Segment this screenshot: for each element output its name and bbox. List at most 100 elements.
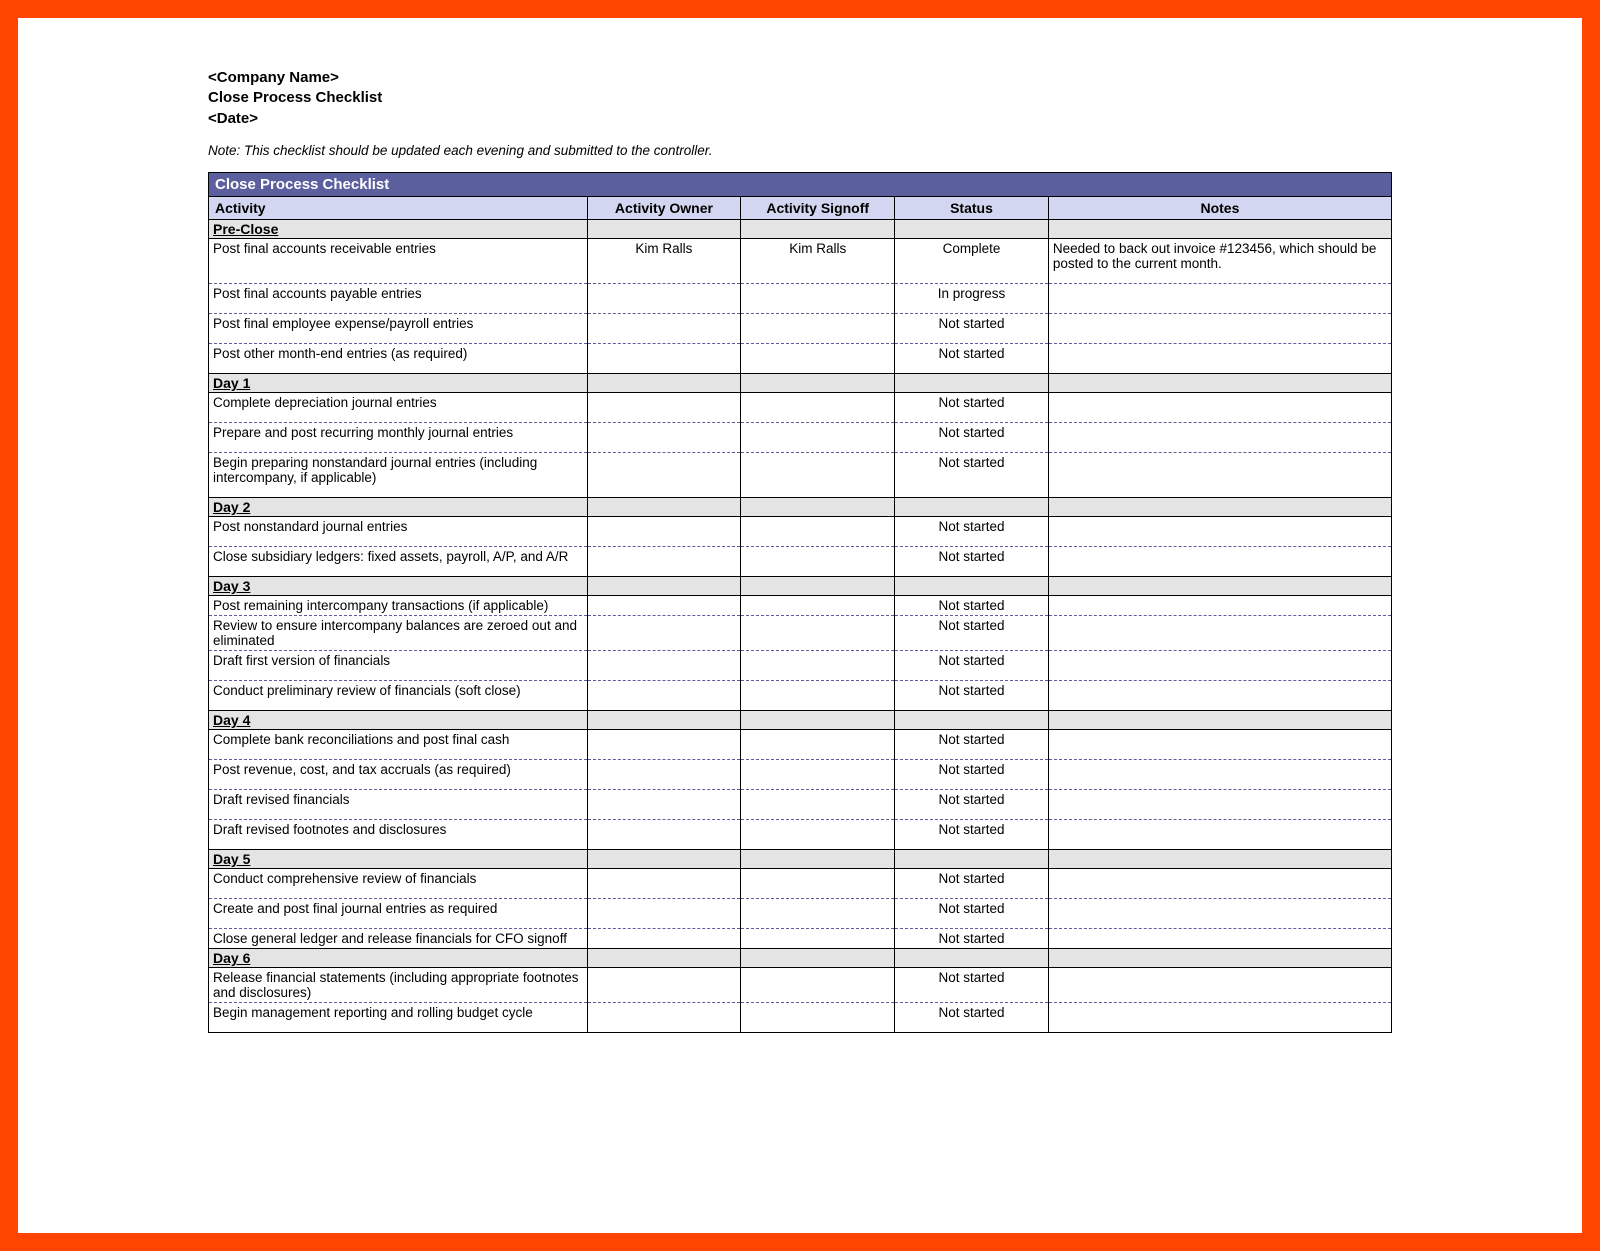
- status-cell: Not started: [895, 546, 1049, 576]
- section-empty-cell: [741, 576, 895, 595]
- notes-cell: [1048, 615, 1391, 650]
- table-row: Begin management reporting and rolling b…: [209, 1002, 1392, 1032]
- document-page: <Company Name> Close Process Checklist <…: [18, 18, 1582, 1233]
- status-cell: Not started: [895, 516, 1049, 546]
- table-row: Release financial statements (including …: [209, 967, 1392, 1002]
- activity-cell: Draft revised footnotes and disclosures: [209, 819, 588, 849]
- activity-cell: Begin management reporting and rolling b…: [209, 1002, 588, 1032]
- activity-cell: Conduct preliminary review of financials…: [209, 680, 588, 710]
- notes-cell: [1048, 759, 1391, 789]
- section-empty-cell: [1048, 219, 1391, 238]
- owner-cell: [587, 789, 741, 819]
- status-cell: Not started: [895, 789, 1049, 819]
- section-header: Day 5: [209, 849, 1392, 868]
- table-row: Post nonstandard journal entriesNot star…: [209, 516, 1392, 546]
- activity-cell: Post other month-end entries (as require…: [209, 343, 588, 373]
- table-row: Close general ledger and release financi…: [209, 928, 1392, 948]
- owner-cell: [587, 729, 741, 759]
- status-cell: Not started: [895, 313, 1049, 343]
- section-empty-cell: [1048, 576, 1391, 595]
- owner-cell: [587, 283, 741, 313]
- activity-cell: Close subsidiary ledgers: fixed assets, …: [209, 546, 588, 576]
- activity-cell: Post final accounts receivable entries: [209, 238, 588, 283]
- signoff-cell: [741, 868, 895, 898]
- section-empty-cell: [587, 497, 741, 516]
- signoff-cell: [741, 343, 895, 373]
- section-empty-cell: [741, 219, 895, 238]
- status-cell: Not started: [895, 819, 1049, 849]
- owner-cell: [587, 680, 741, 710]
- table-row: Post final employee expense/payroll entr…: [209, 313, 1392, 343]
- activity-cell: Complete depreciation journal entries: [209, 392, 588, 422]
- notes-cell: [1048, 729, 1391, 759]
- owner-cell: [587, 615, 741, 650]
- section-empty-cell: [895, 710, 1049, 729]
- notes-cell: [1048, 680, 1391, 710]
- activity-cell: Conduct comprehensive review of financia…: [209, 868, 588, 898]
- document-header: <Company Name> Close Process Checklist <…: [208, 68, 1392, 129]
- activity-cell: Create and post final journal entries as…: [209, 898, 588, 928]
- activity-cell: Complete bank reconciliations and post f…: [209, 729, 588, 759]
- table-row: Post revenue, cost, and tax accruals (as…: [209, 759, 1392, 789]
- signoff-cell: [741, 392, 895, 422]
- section-empty-cell: [741, 497, 895, 516]
- owner-cell: [587, 422, 741, 452]
- table-row: Review to ensure intercompany balances a…: [209, 615, 1392, 650]
- activity-cell: Review to ensure intercompany balances a…: [209, 615, 588, 650]
- section-name: Day 5: [209, 849, 588, 868]
- section-empty-cell: [587, 576, 741, 595]
- section-empty-cell: [895, 576, 1049, 595]
- section-empty-cell: [741, 948, 895, 967]
- status-cell: Not started: [895, 392, 1049, 422]
- notes-cell: [1048, 1002, 1391, 1032]
- status-cell: Not started: [895, 898, 1049, 928]
- table-row: Prepare and post recurring monthly journ…: [209, 422, 1392, 452]
- activity-cell: Draft revised financials: [209, 789, 588, 819]
- notes-cell: [1048, 452, 1391, 497]
- activity-cell: Post final employee expense/payroll entr…: [209, 313, 588, 343]
- notes-cell: Needed to back out invoice #123456, whic…: [1048, 238, 1391, 283]
- notes-cell: [1048, 422, 1391, 452]
- signoff-cell: [741, 283, 895, 313]
- section-empty-cell: [587, 849, 741, 868]
- notes-cell: [1048, 313, 1391, 343]
- section-header: Day 4: [209, 710, 1392, 729]
- table-row: Complete bank reconciliations and post f…: [209, 729, 1392, 759]
- signoff-cell: [741, 615, 895, 650]
- section-header: Day 2: [209, 497, 1392, 516]
- signoff-cell: [741, 967, 895, 1002]
- section-empty-cell: [587, 219, 741, 238]
- table-row: Conduct comprehensive review of financia…: [209, 868, 1392, 898]
- signoff-cell: [741, 313, 895, 343]
- status-cell: Not started: [895, 967, 1049, 1002]
- notes-cell: [1048, 868, 1391, 898]
- activity-cell: Prepare and post recurring monthly journ…: [209, 422, 588, 452]
- status-cell: Not started: [895, 868, 1049, 898]
- section-name: Day 6: [209, 948, 588, 967]
- owner-cell: [587, 819, 741, 849]
- section-empty-cell: [895, 849, 1049, 868]
- table-row: Close subsidiary ledgers: fixed assets, …: [209, 546, 1392, 576]
- section-empty-cell: [741, 373, 895, 392]
- section-empty-cell: [587, 373, 741, 392]
- table-row: Complete depreciation journal entries Not…: [209, 392, 1392, 422]
- section-header: Day 3: [209, 576, 1392, 595]
- table-row: Draft first version of financialsNot sta…: [209, 650, 1392, 680]
- table-row: Begin preparing nonstandard journal entr…: [209, 452, 1392, 497]
- status-cell: Not started: [895, 1002, 1049, 1032]
- instruction-note: Note: This checklist should be updated e…: [208, 143, 1392, 158]
- owner-cell: [587, 595, 741, 615]
- status-cell: Not started: [895, 422, 1049, 452]
- section-empty-cell: [587, 948, 741, 967]
- signoff-cell: [741, 1002, 895, 1032]
- owner-cell: [587, 392, 741, 422]
- column-signoff: Activity Signoff: [741, 196, 895, 219]
- signoff-cell: [741, 680, 895, 710]
- section-header: Pre-Close: [209, 219, 1392, 238]
- company-name: <Company Name>: [208, 68, 1392, 88]
- section-empty-cell: [587, 710, 741, 729]
- signoff-cell: [741, 650, 895, 680]
- owner-cell: [587, 516, 741, 546]
- table-row: Post final accounts payable entriesIn pr…: [209, 283, 1392, 313]
- notes-cell: [1048, 967, 1391, 1002]
